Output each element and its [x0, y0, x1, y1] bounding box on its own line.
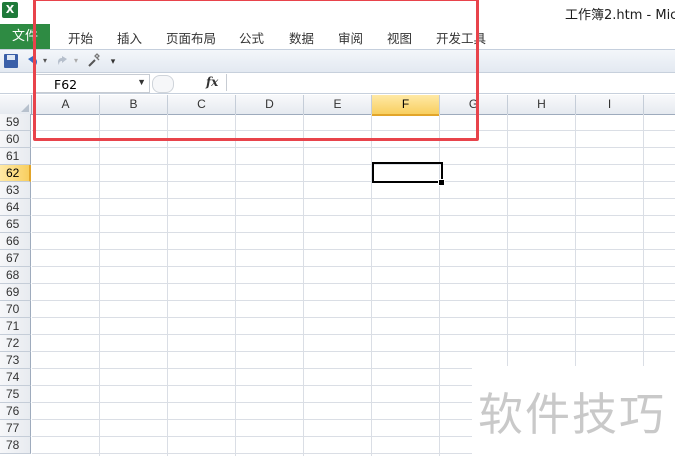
row-header[interactable]: 74 [0, 369, 31, 386]
select-all-button[interactable] [0, 95, 32, 114]
row-header[interactable]: 71 [0, 318, 31, 335]
window-title: 工作簿2.htm - Micro [565, 8, 675, 23]
row-header-selected[interactable]: 62 [0, 165, 31, 182]
grid-line [32, 334, 675, 335]
grid-line [167, 114, 168, 456]
active-cell[interactable] [372, 162, 443, 183]
row-header[interactable]: 60 [0, 131, 31, 148]
column-header-i[interactable]: I [576, 95, 644, 114]
highlight-annotation-box [33, 0, 479, 141]
grid-line [99, 114, 100, 456]
grid-line [32, 317, 675, 318]
grid-line [32, 147, 675, 148]
grid-line [235, 114, 236, 456]
row-header[interactable]: 76 [0, 403, 31, 420]
row-header[interactable]: 72 [0, 335, 31, 352]
grid-line [32, 249, 675, 250]
save-icon[interactable] [4, 54, 18, 68]
grid-line [32, 164, 675, 165]
grid-line [32, 300, 675, 301]
row-header[interactable]: 69 [0, 284, 31, 301]
fill-handle[interactable] [438, 179, 445, 186]
row-header[interactable]: 59 [0, 114, 31, 131]
row-header[interactable]: 64 [0, 199, 31, 216]
row-header[interactable]: 61 [0, 148, 31, 165]
grid-line [32, 351, 675, 352]
row-header[interactable]: 78 [0, 437, 31, 454]
row-header[interactable]: 75 [0, 386, 31, 403]
grid-line [303, 114, 304, 456]
row-header[interactable]: 77 [0, 420, 31, 437]
grid-line [32, 283, 675, 284]
grid-line [32, 215, 675, 216]
row-header[interactable]: 63 [0, 182, 31, 199]
grid-line [32, 181, 675, 182]
excel-icon[interactable]: X [2, 2, 18, 18]
column-header-h[interactable]: H [508, 95, 576, 114]
row-header[interactable]: 70 [0, 301, 31, 318]
row-header[interactable]: 67 [0, 250, 31, 267]
grid-line [32, 266, 675, 267]
row-header[interactable]: 68 [0, 267, 31, 284]
grid-line [32, 198, 675, 199]
row-header[interactable]: 73 [0, 352, 31, 369]
grid-line [32, 232, 675, 233]
row-header[interactable]: 65 [0, 216, 31, 233]
row-header[interactable]: 66 [0, 233, 31, 250]
watermark-text: 软件技巧 [478, 388, 667, 441]
